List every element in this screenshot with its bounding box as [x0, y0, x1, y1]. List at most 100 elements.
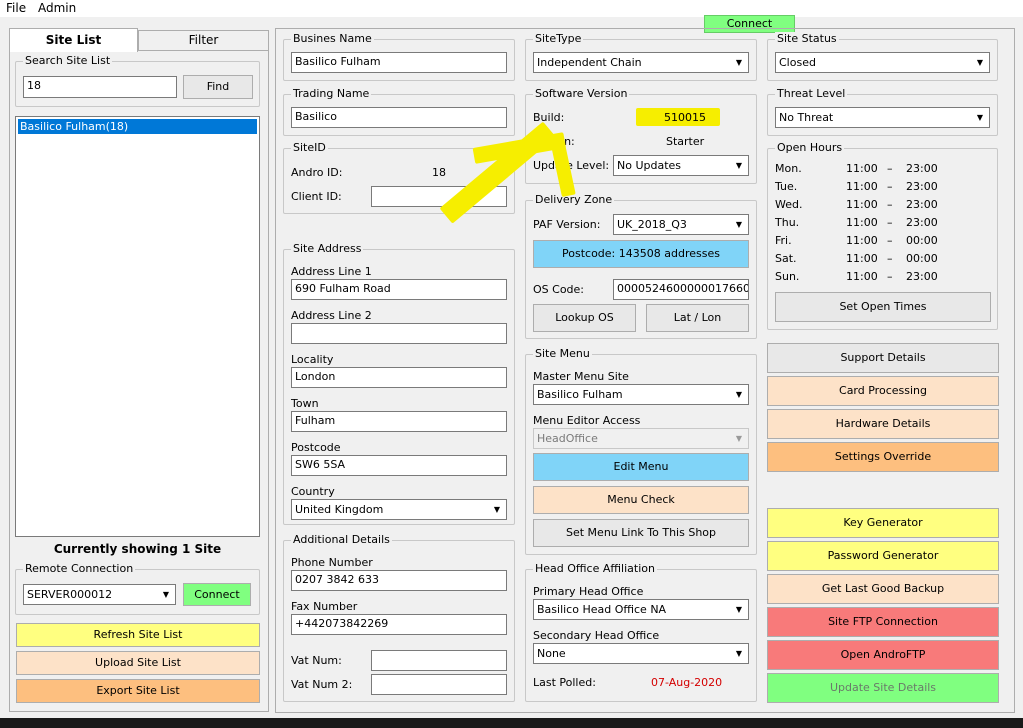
country-label: Country	[291, 485, 335, 498]
secondary-head-office-value: None	[537, 647, 566, 660]
left-tabs: Site List Filter	[9, 28, 269, 52]
country-select[interactable]: United Kingdom ▼	[291, 499, 507, 520]
set-open-times-button[interactable]: Set Open Times	[775, 292, 991, 322]
lookup-os-button[interactable]: Lookup OS	[533, 304, 636, 332]
search-group-legend: Search Site List	[23, 54, 113, 67]
export-site-list-button[interactable]: Export Site List	[16, 679, 260, 703]
open-hours-legend: Open Hours	[775, 141, 845, 154]
postcode-addresses-button[interactable]: Postcode: 143508 addresses	[533, 240, 749, 268]
build-label: Build:	[533, 111, 565, 124]
andro-id-label: Andro ID:	[291, 166, 343, 179]
address-line1-input[interactable]: 690 Fulham Road	[291, 279, 507, 300]
vat2-input[interactable]	[371, 674, 507, 695]
support-details-button[interactable]: Support Details	[767, 343, 999, 373]
hardware-details-button[interactable]: Hardware Details	[767, 409, 999, 439]
chevron-down-icon: ▼	[489, 501, 505, 518]
card-processing-button[interactable]: Card Processing	[767, 376, 999, 406]
fax-input[interactable]: +442073842269	[291, 614, 507, 635]
chevron-down-icon: ▼	[158, 586, 174, 603]
search-input[interactable]: 18	[23, 76, 177, 98]
postcode-input[interactable]: SW6 5SA	[291, 455, 507, 476]
site-status-select[interactable]: Closed ▼	[775, 52, 990, 73]
site-ftp-connection-button[interactable]: Site FTP Connection	[767, 607, 999, 637]
paf-version-select[interactable]: UK_2018_Q3 ▼	[613, 214, 749, 235]
upload-site-list-button[interactable]: Upload Site List	[16, 651, 260, 675]
siteid-legend: SiteID	[291, 141, 328, 154]
vat-label: Vat Num:	[291, 654, 342, 667]
sitetype-select[interactable]: Independent Chain ▼	[533, 52, 749, 73]
menu-editor-label: Menu Editor Access	[533, 414, 641, 427]
get-last-good-backup-button[interactable]: Get Last Good Backup	[767, 574, 999, 604]
update-level-select[interactable]: No Updates ▼	[613, 155, 749, 176]
phone-input[interactable]: 0207 3842 633	[291, 570, 507, 591]
business-name-input[interactable]: Basilico Fulham	[291, 52, 507, 73]
client-id-label: Client ID:	[291, 190, 342, 203]
time-separator: –	[887, 252, 893, 265]
day-label: Sun.	[775, 270, 800, 283]
taskbar-strip	[0, 718, 1023, 728]
address-line2-label: Address Line 2	[291, 309, 372, 322]
refresh-site-list-button[interactable]: Refresh Site List	[16, 623, 260, 647]
andro-id-value: 18	[432, 166, 446, 179]
primary-head-office-select[interactable]: Basilico Head Office NA ▼	[533, 599, 749, 620]
last-polled-label: Last Polled:	[533, 676, 596, 689]
list-item[interactable]: Basilico Fulham(18)	[18, 119, 257, 134]
secondary-head-office-label: Secondary Head Office	[533, 629, 660, 642]
tab-site-list[interactable]: Site List	[9, 28, 138, 52]
close-time: 23:00	[906, 270, 938, 283]
set-menu-link-button[interactable]: Set Menu Link To This Shop	[533, 519, 749, 547]
os-code-input[interactable]: 00005246000000176600	[613, 279, 749, 300]
os-code-label: OS Code:	[533, 283, 585, 296]
day-label: Fri.	[775, 234, 792, 247]
last-polled-value: 07-Aug-2020	[651, 676, 723, 689]
menu-bar: File Admin	[0, 0, 1023, 17]
update-level-label: Update Level:	[533, 159, 610, 172]
menu-check-button[interactable]: Menu Check	[533, 486, 749, 514]
open-androftp-button[interactable]: Open AndroFTP	[767, 640, 999, 670]
update-level-value: No Updates	[617, 159, 682, 172]
close-time: 23:00	[906, 180, 938, 193]
settings-override-button[interactable]: Settings Override	[767, 442, 999, 472]
table-row: Wed. 11:00–23:00	[775, 198, 975, 216]
chevron-down-icon: ▼	[731, 645, 747, 662]
table-row: Sun. 11:00–23:00	[775, 270, 975, 288]
update-site-details-button[interactable]: Update Site Details	[767, 673, 999, 703]
tab-filter[interactable]: Filter	[138, 30, 269, 51]
secondary-head-office-select[interactable]: None ▼	[533, 643, 749, 664]
master-menu-value: Basilico Fulham	[537, 388, 623, 401]
find-button[interactable]: Find	[183, 75, 253, 99]
chevron-down-icon: ▼	[731, 54, 747, 71]
menu-file[interactable]: File	[6, 1, 26, 15]
locality-input[interactable]: London	[291, 367, 507, 388]
edit-menu-button[interactable]: Edit Menu	[533, 453, 749, 481]
site-list-box[interactable]: Basilico Fulham(18)	[15, 116, 260, 537]
menu-editor-select[interactable]: HeadOffice ▼	[533, 428, 749, 449]
master-menu-label: Master Menu Site	[533, 370, 629, 383]
master-menu-select[interactable]: Basilico Fulham ▼	[533, 384, 749, 405]
open-time: 11:00	[846, 234, 878, 247]
password-generator-button[interactable]: Password Generator	[767, 541, 999, 571]
open-time: 11:00	[846, 216, 878, 229]
remote-connect-button[interactable]: Connect	[183, 583, 251, 606]
trading-name-input[interactable]: Basilico	[291, 107, 507, 128]
address-line2-input[interactable]	[291, 323, 507, 344]
open-time: 11:00	[846, 162, 878, 175]
lat-lon-button[interactable]: Lat / Lon	[646, 304, 749, 332]
threat-level-value: No Threat	[779, 111, 834, 124]
vat-input[interactable]	[371, 650, 507, 671]
open-time: 11:00	[846, 180, 878, 193]
close-time: 23:00	[906, 216, 938, 229]
server-select[interactable]: SERVER000012 ▼	[23, 584, 176, 605]
threat-level-select[interactable]: No Threat ▼	[775, 107, 990, 128]
primary-head-office-value: Basilico Head Office NA	[537, 603, 667, 616]
paf-version-value: UK_2018_Q3	[617, 218, 687, 231]
town-input[interactable]: Fulham	[291, 411, 507, 432]
time-separator: –	[887, 234, 893, 247]
menu-admin[interactable]: Admin	[38, 1, 76, 15]
additional-details-legend: Additional Details	[291, 533, 392, 546]
time-separator: –	[887, 162, 893, 175]
key-generator-button[interactable]: Key Generator	[767, 508, 999, 538]
paf-version-label: PAF Version:	[533, 218, 601, 231]
close-time: 23:00	[906, 162, 938, 175]
site-address-legend: Site Address	[291, 242, 364, 255]
